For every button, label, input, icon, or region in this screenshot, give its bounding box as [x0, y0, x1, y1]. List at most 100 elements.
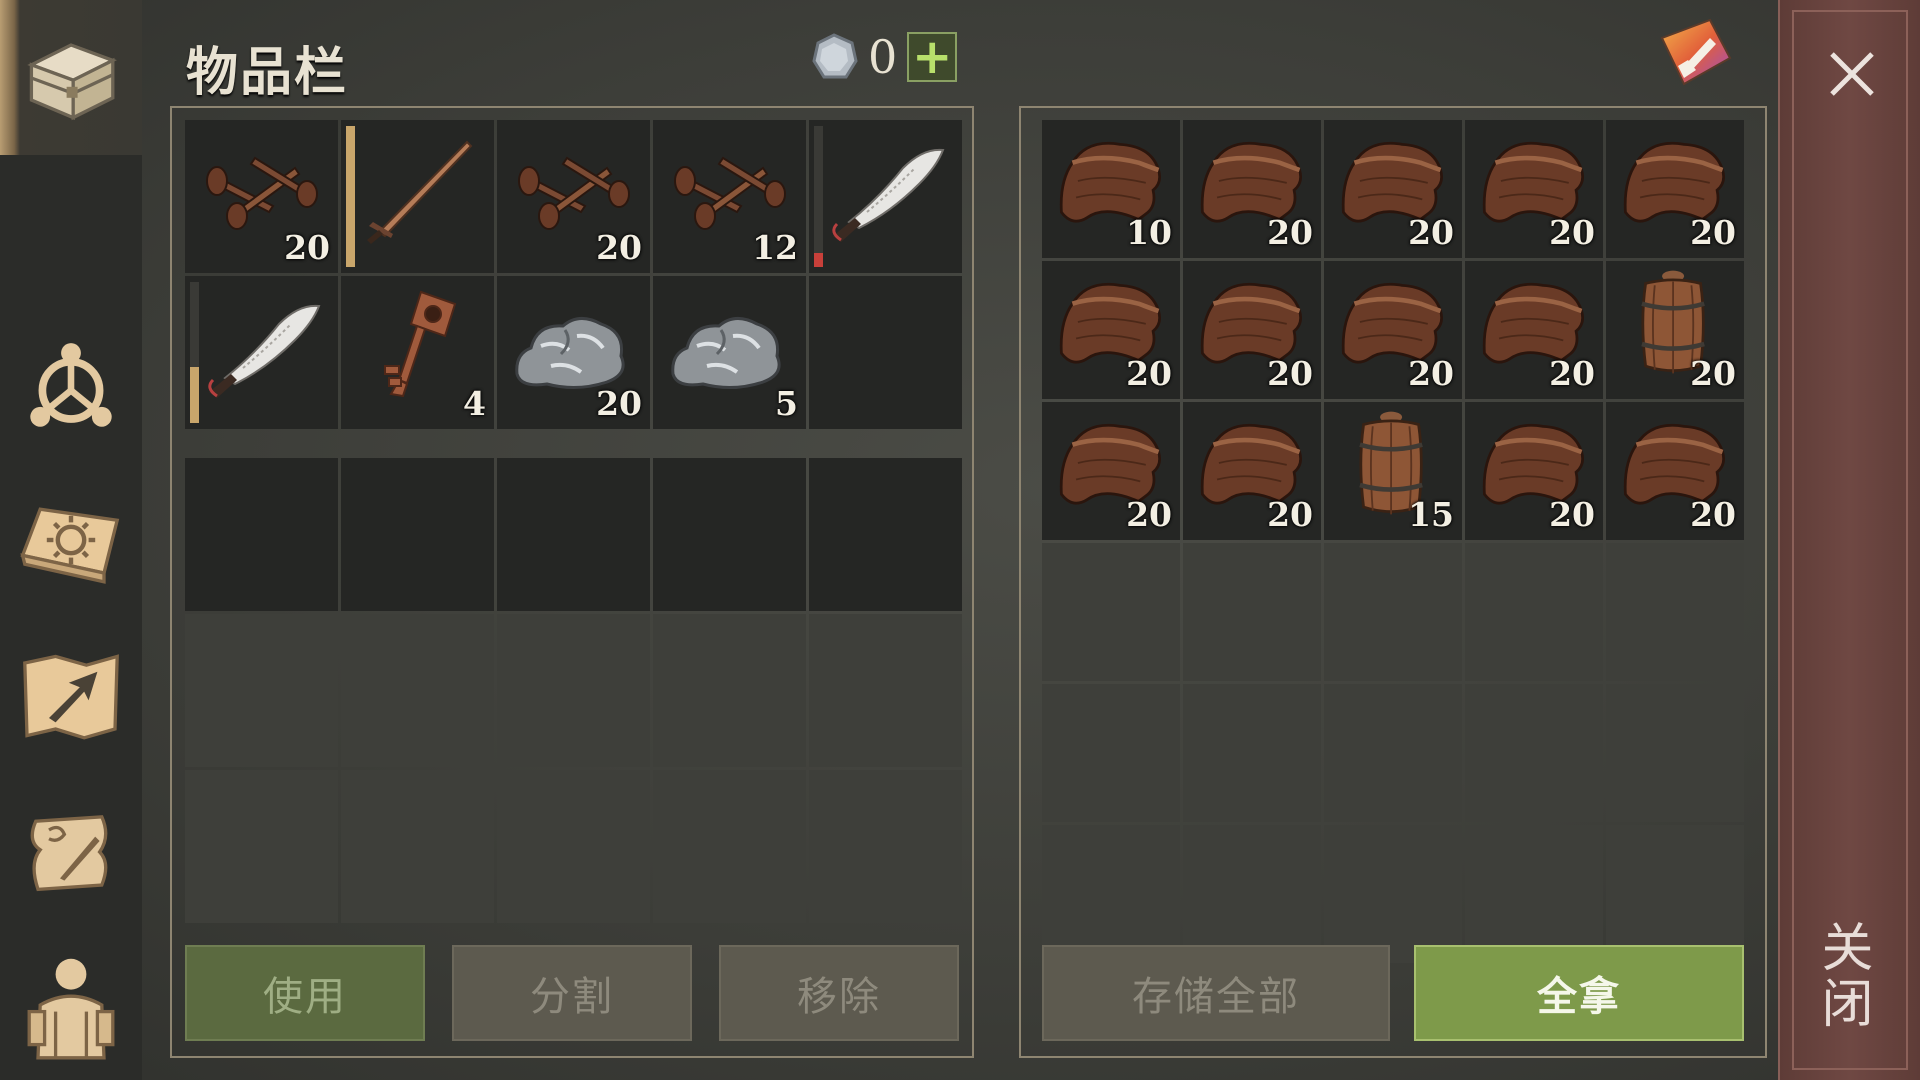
item-quantity: 20	[596, 228, 642, 267]
item-quantity: 20	[1690, 495, 1736, 534]
item-quantity: 20	[1549, 354, 1595, 393]
item-quantity: 20	[1267, 354, 1313, 393]
item-quantity: 20	[1408, 354, 1454, 393]
silver-coin-icon	[812, 33, 858, 79]
container-slot-empty[interactable]	[1183, 684, 1321, 822]
inventory-grid: 20 20 12 4 20 5	[185, 120, 962, 429]
skill-tree-icon[interactable]	[0, 316, 142, 456]
inventory-slot-stone[interactable]: 5	[653, 276, 806, 429]
item-quantity: 10	[1126, 213, 1172, 252]
inventory-slot-locked[interactable]	[653, 614, 806, 767]
container-slot-empty[interactable]	[1324, 543, 1462, 681]
container-slot-empty[interactable]	[1606, 825, 1744, 963]
page-title: 物品栏	[186, 43, 349, 103]
container-grid: 10 20 20 20 20 20 20 20 20 20 20 20 15 20 20	[1042, 120, 1744, 963]
character-icon[interactable]	[0, 935, 142, 1075]
container-slot-leather[interactable]: 20	[1042, 261, 1180, 399]
inventory-slot-locked[interactable]	[341, 770, 494, 923]
item-quantity: 20	[596, 384, 642, 423]
durability-bar	[814, 126, 823, 267]
container-slot-leather[interactable]: 20	[1465, 120, 1603, 258]
inventory-slot-machete[interactable]	[185, 276, 338, 429]
inventory-slot-locked[interactable]	[809, 458, 962, 611]
container-slot-leather[interactable]: 20	[1606, 402, 1744, 540]
split-button[interactable]: 分割	[452, 945, 692, 1041]
container-slot-leather[interactable]: 20	[1465, 402, 1603, 540]
container-slot-empty[interactable]	[1324, 825, 1462, 963]
inventory-slot-locked[interactable]	[185, 458, 338, 611]
item-quantity: 20	[1690, 213, 1736, 252]
inventory-slot-locked[interactable]	[185, 770, 338, 923]
item-quantity: 5	[775, 384, 798, 423]
inventory-slot-locked[interactable]	[497, 770, 650, 923]
container-slot-empty[interactable]	[1465, 684, 1603, 822]
container-slot-empty[interactable]	[1042, 825, 1180, 963]
container-slot-empty[interactable]	[1042, 684, 1180, 822]
scroll-quill-icon[interactable]	[0, 782, 142, 922]
currency-display: 0 +	[810, 30, 958, 84]
close-icon[interactable]	[1822, 44, 1882, 104]
container-slot-leather[interactable]: 10	[1042, 120, 1180, 258]
inventory-slot-sword[interactable]	[341, 120, 494, 273]
inventory-slot-empty[interactable]	[809, 276, 962, 429]
container-slot-empty[interactable]	[1324, 684, 1462, 822]
sidebar	[0, 0, 142, 1080]
item-quantity: 20	[1408, 213, 1454, 252]
container-slot-empty[interactable]	[1042, 543, 1180, 681]
inventory-slot-locked[interactable]	[341, 458, 494, 611]
add-currency-button[interactable]: +	[907, 32, 958, 82]
container-slot-empty[interactable]	[1183, 543, 1321, 681]
container-slot-empty[interactable]	[1183, 825, 1321, 963]
inventory-slot-machete[interactable]	[809, 120, 962, 273]
item-quantity: 20	[284, 228, 330, 267]
inventory-slot-stone[interactable]: 20	[497, 276, 650, 429]
container-slot-leather[interactable]: 20	[1042, 402, 1180, 540]
inventory-slot-locked[interactable]	[653, 770, 806, 923]
item-quantity: 20	[1690, 354, 1736, 393]
container-slot-empty[interactable]	[1465, 825, 1603, 963]
inventory-slot-nails[interactable]: 12	[653, 120, 806, 273]
item-quantity: 20	[1267, 213, 1313, 252]
sort-brush-icon[interactable]	[1656, 14, 1736, 94]
durability-bar	[190, 282, 199, 423]
item-quantity: 20	[1126, 495, 1172, 534]
inventory-slot-nails[interactable]: 20	[185, 120, 338, 273]
container-slot-barrel[interactable]: 20	[1606, 261, 1744, 399]
container-slot-leather[interactable]: 20	[1324, 120, 1462, 258]
inventory-slot-locked[interactable]	[809, 770, 962, 923]
container-slot-leather[interactable]: 20	[1465, 261, 1603, 399]
map-arrow-icon[interactable]	[0, 626, 142, 766]
item-quantity: 20	[1549, 213, 1595, 252]
use-button[interactable]: 使用	[185, 945, 425, 1041]
inventory-slot-locked[interactable]	[497, 614, 650, 767]
chest-icon[interactable]	[0, 8, 142, 148]
item-quantity: 12	[752, 228, 798, 267]
sun-book-icon[interactable]	[0, 470, 142, 610]
store-all-button[interactable]: 存储全部	[1042, 945, 1390, 1041]
inventory-slot-key[interactable]: 4	[341, 276, 494, 429]
container-slot-leather[interactable]: 20	[1606, 120, 1744, 258]
container-slot-leather[interactable]: 20	[1183, 261, 1321, 399]
container-slot-empty[interactable]	[1465, 543, 1603, 681]
item-quantity: 20	[1549, 495, 1595, 534]
container-slot-empty[interactable]	[1606, 543, 1744, 681]
item-quantity: 20	[1267, 495, 1313, 534]
container-slot-leather[interactable]: 20	[1183, 402, 1321, 540]
container-slot-barrel[interactable]: 15	[1324, 402, 1462, 540]
inventory-slot-locked[interactable]	[341, 614, 494, 767]
inventory-slot-locked[interactable]	[809, 614, 962, 767]
currency-value: 0	[868, 30, 898, 84]
container-slot-leather[interactable]: 20	[1183, 120, 1321, 258]
inventory-slot-locked[interactable]	[497, 458, 650, 611]
take-all-button[interactable]: 全拿	[1414, 945, 1744, 1041]
inventory-slot-locked[interactable]	[185, 614, 338, 767]
container-slot-leather[interactable]: 20	[1324, 261, 1462, 399]
inventory-slot-nails[interactable]: 20	[497, 120, 650, 273]
container-slot-empty[interactable]	[1606, 684, 1744, 822]
close-bar[interactable]	[1778, 0, 1920, 1080]
close-label[interactable]: 关闭	[1812, 920, 1880, 1032]
item-quantity: 15	[1408, 495, 1454, 534]
remove-button[interactable]: 移除	[719, 945, 959, 1041]
inventory-grid-extra	[185, 458, 962, 923]
inventory-slot-locked[interactable]	[653, 458, 806, 611]
